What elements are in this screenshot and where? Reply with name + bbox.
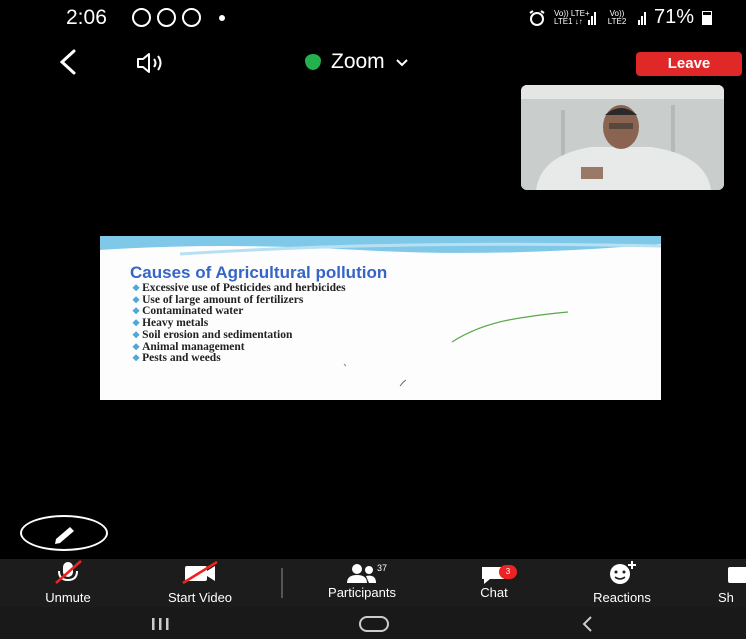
chat-button[interactable]: 3 Chat <box>462 559 526 607</box>
recent-apps-icon[interactable] <box>146 616 176 632</box>
status-bar: 2:06 Vo)) LTE+ LTE1 ↓↑ Vo)) LTE2 71% <box>0 0 746 36</box>
system-icons: Vo)) LTE+ LTE1 ↓↑ Vo)) LTE2 71% <box>528 6 713 29</box>
participants-icon-wrap: 37 <box>337 559 387 585</box>
meeting-toolbar: Unmute Start Video 37 Participants 3 Cha… <box>0 559 746 607</box>
clock: 2:06 <box>66 6 107 29</box>
share-screen-icon <box>728 567 746 583</box>
annotation-strokes <box>343 311 569 387</box>
chat-icon-wrap: 3 <box>469 559 519 585</box>
back-button[interactable] <box>52 44 84 80</box>
chevron-down-icon <box>395 59 408 67</box>
meeting-header: Zoom Leave <box>0 40 746 86</box>
more-notifications-icon <box>219 14 225 21</box>
video-camera-off-icon <box>182 560 218 585</box>
reactions-label: Reactions <box>593 590 651 605</box>
chat-unread-badge: 3 <box>499 565 517 579</box>
participant-video-image <box>521 85 724 190</box>
sim2-label: Vo)) LTE2 <box>607 8 627 26</box>
whatsapp-icon <box>132 8 151 27</box>
microphone-muted-icon <box>55 560 82 584</box>
system-navigation-bar <box>0 607 746 639</box>
share-button[interactable]: Sh <box>718 559 746 607</box>
share-label: Sh <box>718 590 734 605</box>
leave-button[interactable]: Leave <box>636 52 742 76</box>
notification-icons <box>132 8 225 27</box>
chevron-left-icon <box>59 49 76 75</box>
shared-screen-slide: Causes of Agricultural pollution ❖ Excess… <box>100 236 661 400</box>
audio-output-button[interactable] <box>134 50 174 76</box>
unmute-button[interactable]: Unmute <box>28 559 108 607</box>
sim1-label: Vo)) LTE+ LTE1 ↓↑ <box>554 8 590 26</box>
meeting-title-dropdown[interactable]: Zoom <box>305 50 409 74</box>
meeting-title: Zoom <box>331 50 385 73</box>
start-video-label: Start Video <box>167 590 233 605</box>
participants-icon <box>347 564 376 583</box>
participants-button[interactable]: 37 Participants <box>302 559 422 607</box>
pencil-icon <box>55 527 74 544</box>
app-notification-icon <box>157 8 176 27</box>
signal2-icon <box>638 11 646 25</box>
start-video-button[interactable]: Start Video <box>142 559 258 607</box>
participant-video-thumbnail[interactable] <box>521 85 724 190</box>
alarm-icon <box>529 9 545 26</box>
participants-label: Participants <box>328 585 396 600</box>
reactions-button[interactable]: Reactions <box>570 559 674 607</box>
battery-percent: 71% <box>654 6 695 28</box>
chat-label: Chat <box>480 585 508 600</box>
toolbar-divider <box>281 568 283 598</box>
speaker-icon <box>137 53 162 73</box>
shield-icon <box>305 54 321 70</box>
app-notification-icon <box>182 8 201 27</box>
smiley-plus-icon <box>610 561 636 584</box>
unmute-label: Unmute <box>45 590 91 605</box>
participants-count: 37 <box>377 563 388 573</box>
battery-icon <box>702 10 713 25</box>
signal1-icon <box>588 11 596 25</box>
home-icon[interactable] <box>357 614 391 634</box>
back-icon[interactable] <box>578 614 598 634</box>
annotate-button[interactable] <box>20 515 108 551</box>
